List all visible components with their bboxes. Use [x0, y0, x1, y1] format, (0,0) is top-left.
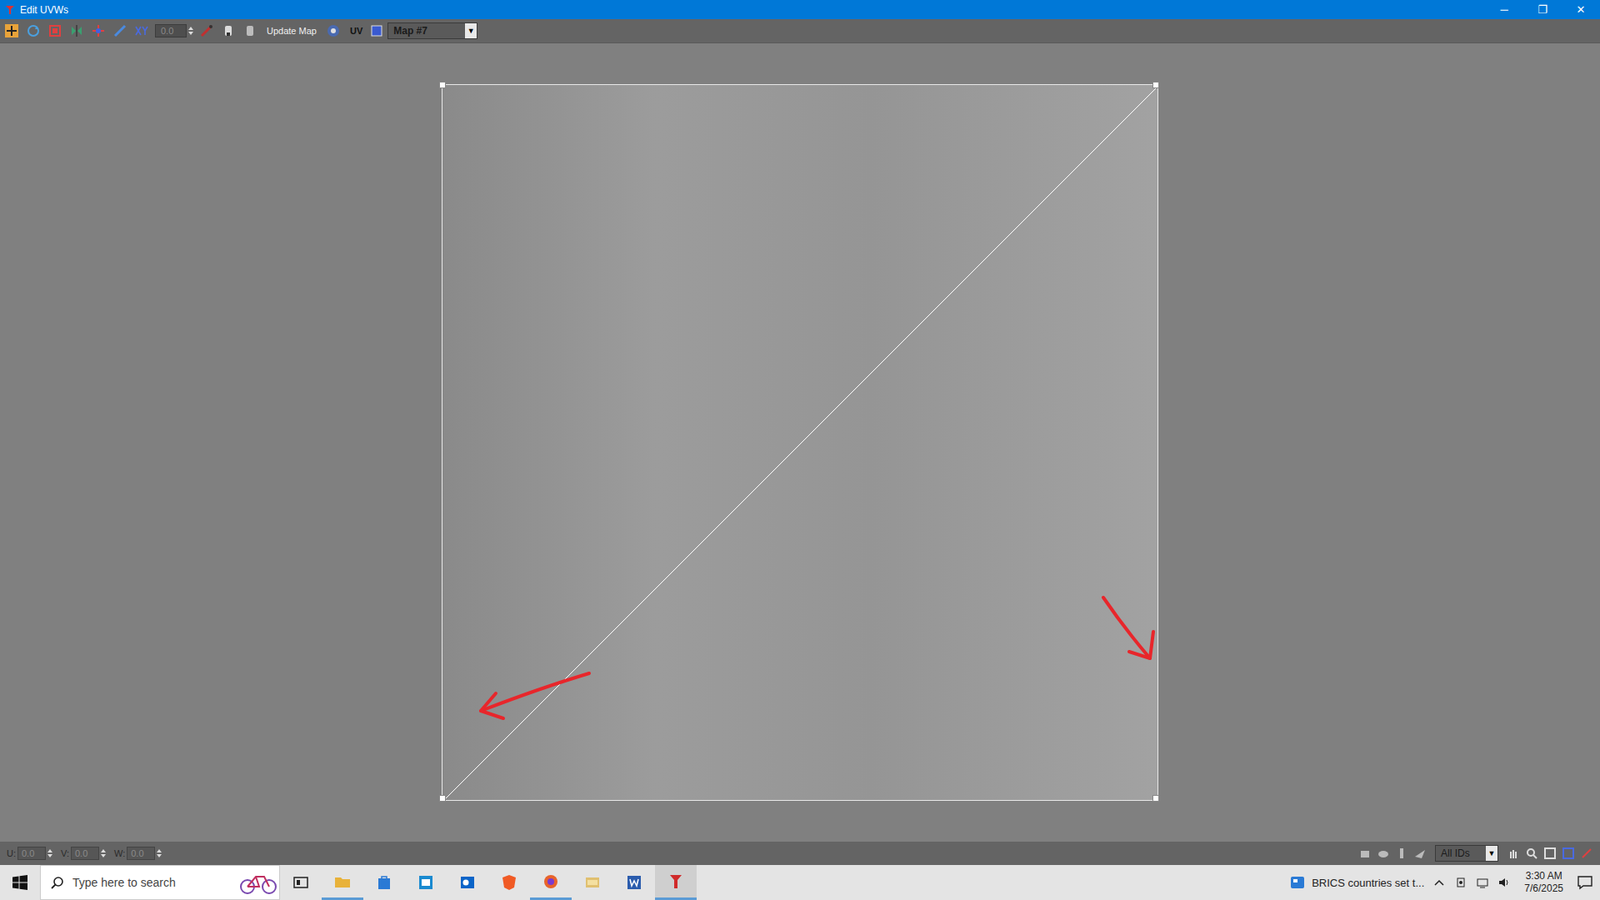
coord-value[interactable]: 0.0: [70, 846, 100, 860]
uv-edge[interactable]: [442, 85, 1160, 802]
coord-label: W:: [114, 848, 125, 859]
app-icon[interactable]: [405, 865, 447, 900]
update-map-button[interactable]: Update Map: [263, 25, 320, 36]
id-filter-value[interactable]: All IDs: [1435, 847, 1486, 860]
news-icon: [1290, 875, 1305, 890]
minimize-button[interactable]: ─: [1485, 0, 1524, 20]
title-bar: Edit UVWs─❐✕: [0, 0, 1600, 20]
word-icon[interactable]: [613, 865, 655, 900]
meet-icon[interactable]: [1454, 875, 1468, 890]
hand-icon[interactable]: [220, 22, 237, 40]
id-filter-dropdown[interactable]: All IDs▼: [1435, 845, 1499, 862]
uv-vertex[interactable]: [1152, 81, 1160, 89]
dropdown-arrow[interactable]: ▼: [465, 23, 477, 39]
lock-icon[interactable]: [1358, 846, 1372, 860]
view-icon[interactable]: [325, 22, 342, 40]
search-placeholder[interactable]: Type here to search: [72, 875, 230, 890]
coord-value[interactable]: 0.0: [126, 846, 155, 860]
3dsmax-icon[interactable]: [655, 865, 697, 900]
coord-value[interactable]: 0.0: [17, 846, 46, 860]
zoom-extents-icon[interactable]: [1543, 846, 1557, 860]
dropdown-arrow[interactable]: ▼: [1485, 845, 1498, 861]
search-icon: [50, 875, 65, 890]
spinner-arrows[interactable]: [188, 26, 194, 35]
offset-spinner[interactable]: 0.0: [155, 24, 194, 38]
pan-icon[interactable]: [1506, 846, 1520, 860]
uv-vertex[interactable]: [439, 795, 446, 802]
coord-field[interactable]: W:0.0: [114, 846, 162, 860]
snap-icon[interactable]: [90, 22, 107, 40]
map-dropdown[interactable]: Map #7▼: [387, 22, 478, 40]
clock-time[interactable]: 3:30 AM: [1525, 870, 1563, 883]
uv-vertex[interactable]: [439, 81, 446, 89]
app-logo-icon: [5, 5, 15, 15]
uv-mode-button[interactable]: UV: [346, 25, 366, 36]
status-bar: U:0.0V:0.0W:0.0All IDs▼: [0, 841, 1600, 865]
toolbar: 0.0 Update Map UV Map #7▼: [0, 19, 1600, 43]
hand2-icon[interactable]: [241, 22, 259, 40]
move-icon[interactable]: [3, 22, 20, 40]
taskbar-search[interactable]: Type here to search: [40, 865, 280, 900]
select-icon[interactable]: [1413, 846, 1427, 860]
firefox-icon[interactable]: [530, 865, 572, 900]
coord-label: V:: [60, 848, 70, 859]
file-explorer-icon[interactable]: [321, 865, 364, 900]
coord-field[interactable]: V:0.0: [60, 846, 106, 860]
clock-date[interactable]: 7/6/2025: [1524, 882, 1564, 895]
uv-vertex[interactable]: [1152, 795, 1160, 802]
outlook-icon[interactable]: [446, 865, 489, 900]
network-icon[interactable]: [1475, 875, 1490, 890]
news-widget[interactable]: BRICS countries set t...: [1290, 875, 1425, 890]
checker-icon[interactable]: [370, 25, 383, 37]
notifications-icon[interactable]: [1576, 874, 1594, 891]
mirror-icon[interactable]: [68, 22, 85, 40]
volume-icon[interactable]: [1497, 875, 1511, 890]
store-icon[interactable]: [363, 865, 405, 900]
window-title: Edit UVWs: [15, 4, 1485, 16]
annotation-arrows: [0, 0, 1600, 900]
line-icon[interactable]: [111, 22, 129, 40]
scale-icon[interactable]: [46, 22, 64, 40]
pick-icon[interactable]: [198, 22, 215, 40]
news-text[interactable]: BRICS countries set t...: [1311, 876, 1425, 890]
xy-icon[interactable]: [133, 22, 150, 40]
coord-label: U:: [6, 848, 16, 859]
close-button[interactable]: ✕: [1561, 0, 1600, 20]
uv-viewport[interactable]: [0, 42, 1600, 842]
snap-toggle-icon[interactable]: [1580, 846, 1594, 860]
zoom-icon[interactable]: [1525, 846, 1539, 860]
show-hidden-icon[interactable]: [1432, 875, 1446, 890]
system-tray: BRICS countries set t... 3:30 AM7/6/2025: [1290, 865, 1600, 900]
bicycle-icon: [237, 870, 280, 895]
clock[interactable]: 3:30 AM7/6/2025: [1519, 870, 1569, 895]
brave-icon[interactable]: [488, 865, 530, 900]
restore-button[interactable]: ❐: [1523, 0, 1562, 20]
taskbar: Type here to search BRICS countries set t…: [0, 865, 1600, 900]
texture-map[interactable]: [441, 84, 1159, 801]
folder-icon[interactable]: [571, 865, 614, 900]
filter-icon[interactable]: [1376, 846, 1390, 860]
windows-start-icon[interactable]: [0, 865, 40, 900]
task-view-icon[interactable]: [280, 865, 322, 900]
map-dropdown-value[interactable]: Map #7: [388, 25, 465, 37]
spinner-value[interactable]: 0.0: [155, 24, 187, 38]
zoom-region-icon[interactable]: [1561, 846, 1575, 860]
pin-icon[interactable]: [1395, 846, 1409, 860]
coord-field[interactable]: U:0.0: [6, 846, 53, 860]
rotate-icon[interactable]: [25, 22, 42, 40]
